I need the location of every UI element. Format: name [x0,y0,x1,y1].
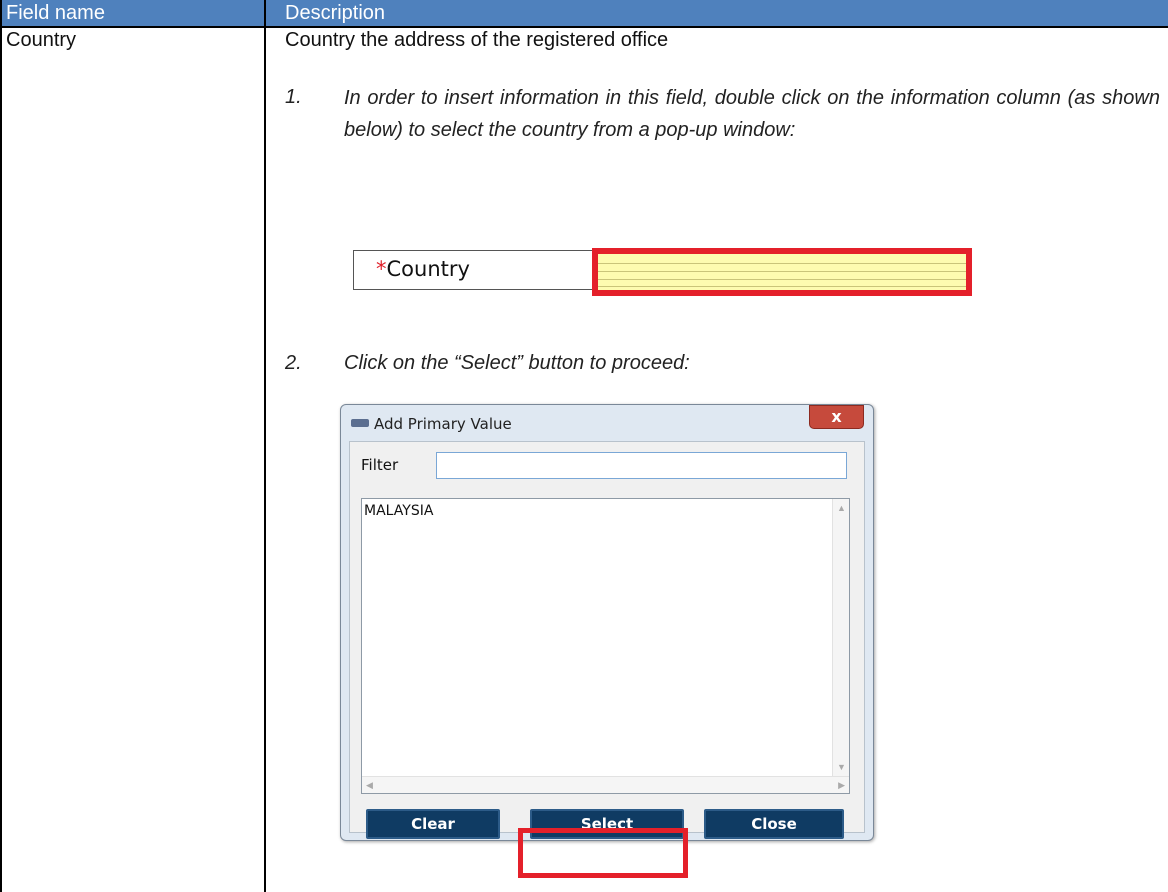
table-column-divider [264,0,266,892]
horizontal-scrollbar[interactable]: ◀ ▶ [362,776,849,793]
scroll-down-icon[interactable]: ▼ [837,762,846,772]
clear-button[interactable]: Clear [366,809,500,839]
field-name-cell: Country [6,29,77,51]
filter-label: Filter [361,456,399,474]
filter-input[interactable] [436,452,847,479]
country-label-text: Country [386,257,470,281]
step-number: 1. [285,86,302,108]
dialog-title: Add Primary Value [374,415,512,433]
input-line [598,271,966,272]
table-header-row: Field name Description [0,0,1168,27]
close-button[interactable]: Close [704,809,844,839]
value-list[interactable]: MALAYSIA ▲ ▼ ◀ ▶ [361,498,850,794]
step-text: Click on the “Select” button to proceed: [344,352,690,374]
app-logo-icon [351,419,369,427]
close-icon[interactable]: x [809,405,864,429]
header-description: Description [285,2,386,24]
table-border-left [0,0,2,892]
required-asterisk: * [376,257,387,281]
step-number: 2. [285,352,302,374]
input-line [598,286,966,287]
add-primary-value-dialog: Add Primary Value x Filter MALAYSIA ▲ ▼ … [340,404,874,841]
vertical-scrollbar[interactable]: ▲ ▼ [832,499,849,776]
description-summary: Country the address of the registered of… [285,29,669,51]
country-information-column[interactable] [592,248,972,296]
step-text: In order to insert information in this f… [344,87,1160,141]
select-button-highlight [518,828,688,878]
table-header-divider [0,26,1168,28]
country-field-label: *Country [376,257,470,281]
input-line [598,263,966,264]
input-line [598,279,966,280]
list-item[interactable]: MALAYSIA [364,503,433,519]
country-field-label-box: *Country [353,250,597,290]
scroll-right-icon[interactable]: ▶ [838,780,845,791]
dialog-body: Filter MALAYSIA ▲ ▼ ◀ ▶ Clear Select Clo… [349,441,865,839]
header-field-name: Field name [6,2,105,24]
scroll-up-icon[interactable]: ▲ [837,503,846,513]
scroll-left-icon[interactable]: ◀ [366,780,373,791]
